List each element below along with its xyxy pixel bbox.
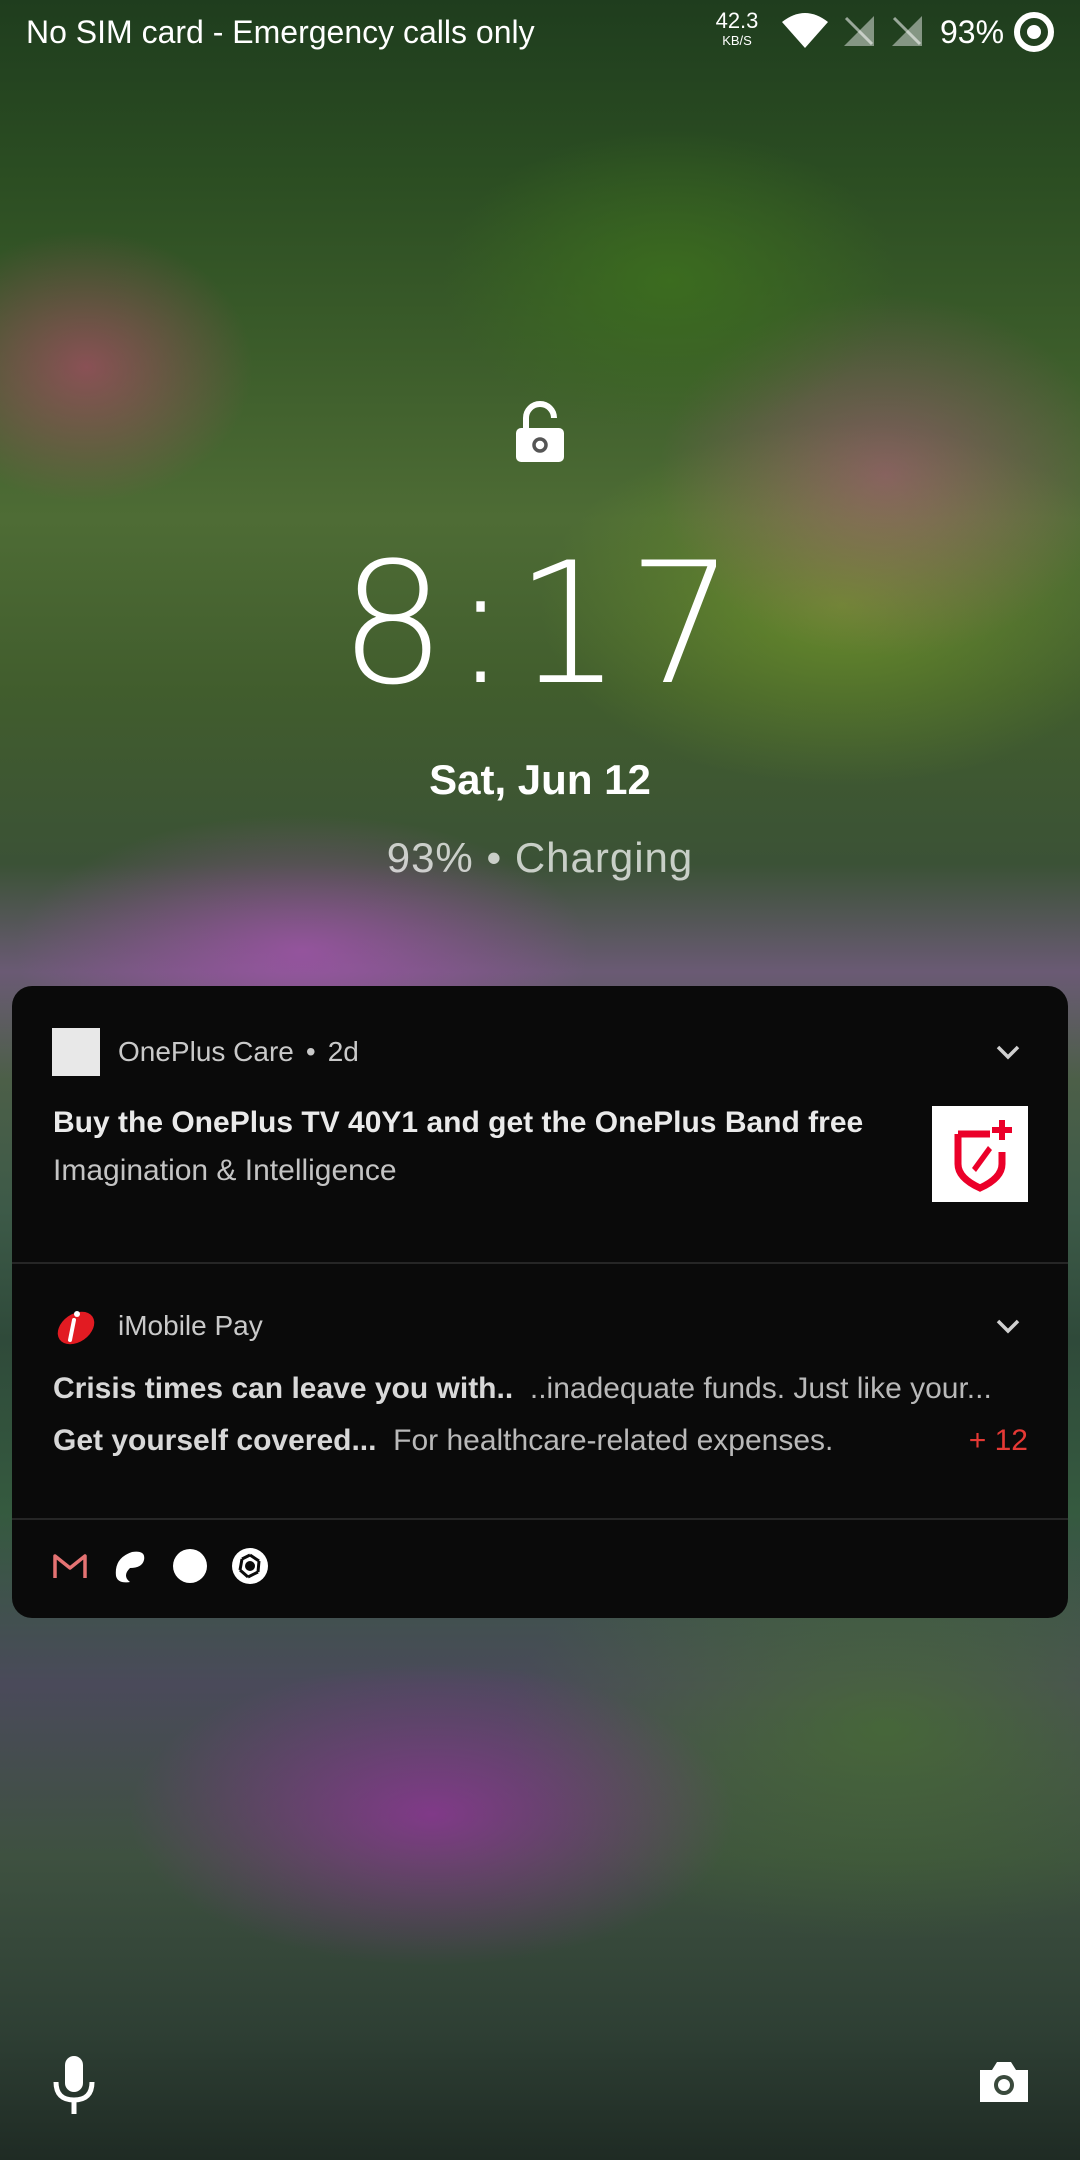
camera-icon[interactable]	[976, 2058, 1032, 2106]
no-sim-icon	[844, 16, 874, 46]
message-sender: Get yourself covered...	[53, 1424, 377, 1457]
app-name: iMobile Pay	[118, 1310, 263, 1341]
notification-header: iMobile Pay	[52, 1302, 263, 1350]
oneplus-care-app-icon	[52, 1028, 100, 1076]
notification-icon-tray[interactable]	[52, 1542, 270, 1590]
charging-status: 93% • Charging	[386, 834, 694, 881]
network-speed: 42.3 KB/S	[712, 8, 762, 48]
no-sim-icon	[892, 16, 922, 46]
notification-title: Buy the OnePlus TV 40Y1 and get the OneP…	[53, 1106, 864, 1139]
app-name: OnePlus Care	[118, 1036, 294, 1067]
imobile-pay-app-icon	[57, 1311, 95, 1345]
notification-text: Imagination & Intelligence	[53, 1154, 397, 1187]
carrier-status: No SIM card - Emergency calls only	[26, 14, 535, 50]
message-line: Crisis times can leave you with.. ..inad…	[53, 1372, 992, 1406]
airtel-icon	[115, 1551, 145, 1583]
lockscreen-clock: 8:17	[339, 526, 741, 722]
battery-ring-icon	[1014, 12, 1054, 52]
status-bar: No SIM card - Emergency calls only 42.3 …	[0, 0, 1080, 64]
message-text: For healthcare-related expenses.	[393, 1424, 834, 1457]
circle-icon	[173, 1549, 207, 1583]
message-sender: Crisis times can leave you with..	[53, 1372, 514, 1405]
lockscreen-date: Sat, Jun 12	[429, 756, 651, 803]
notification-age: 2d	[327, 1036, 359, 1067]
microphone-icon[interactable]	[50, 2054, 98, 2118]
notification-oneplus-care[interactable]: OnePlus Care • 2d Buy the OnePlus TV 40Y…	[12, 986, 1068, 1264]
message-line: Get yourself covered... For healthcare-r…	[53, 1424, 833, 1458]
chevron-down-icon[interactable]	[994, 1042, 1022, 1062]
wifi-icon	[782, 13, 828, 48]
header-separator: •	[305, 1036, 316, 1067]
lock-icon[interactable]	[514, 400, 566, 464]
network-speed-value: 42.3	[715, 8, 759, 33]
notification-header: OnePlus Care • 2d	[52, 1028, 359, 1076]
notification-panel: OnePlus Care • 2d Buy the OnePlus TV 40Y…	[12, 986, 1068, 1618]
battery-percent: 93%	[940, 14, 1005, 50]
aperture-icon	[232, 1548, 268, 1584]
message-text: ..inadequate funds. Just like your...	[529, 1372, 992, 1405]
more-messages-count: + 12	[968, 1424, 1028, 1457]
gmail-icon	[53, 1554, 87, 1578]
oneplus-care-logo-icon	[954, 1120, 1012, 1192]
network-speed-unit: KB/S	[722, 33, 752, 48]
oneplus-care-thumbnail	[932, 1106, 1028, 1202]
chevron-down-icon[interactable]	[994, 1316, 1022, 1336]
notification-imobile-pay[interactable]: iMobile Pay Crisis times can leave you w…	[12, 1264, 1068, 1520]
